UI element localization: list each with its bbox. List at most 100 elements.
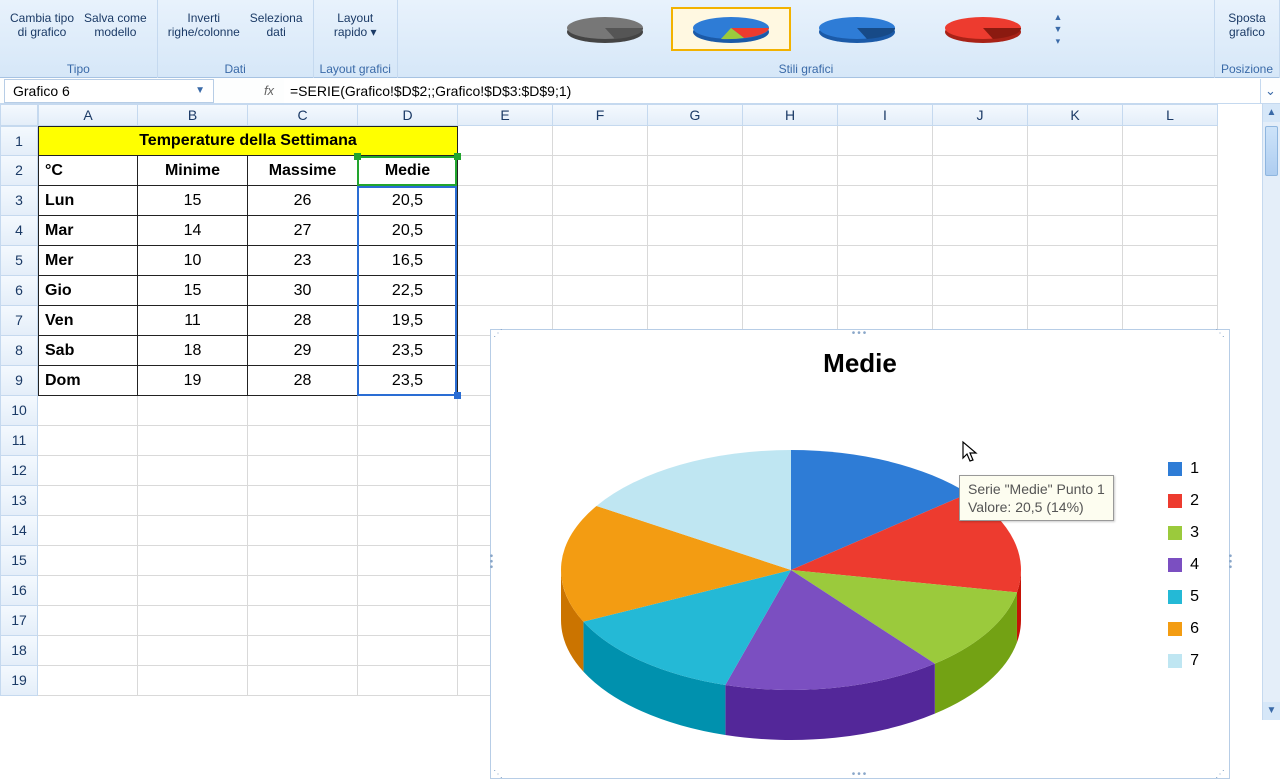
cell[interactable] (358, 546, 458, 576)
cell[interactable] (248, 456, 358, 486)
chart-resize-handle[interactable]: ••• (852, 328, 869, 339)
row-header[interactable]: 9 (0, 366, 38, 396)
cell[interactable]: 20,5 (358, 216, 458, 246)
row-header[interactable]: 19 (0, 666, 38, 696)
cell[interactable]: 30 (248, 276, 358, 306)
cell[interactable] (1123, 216, 1218, 246)
cell[interactable] (458, 156, 553, 186)
cell[interactable]: Gio (38, 276, 138, 306)
cell[interactable]: Temperature della Settimana (38, 126, 458, 156)
cell[interactable] (1028, 186, 1123, 216)
cell[interactable] (933, 126, 1028, 156)
cell[interactable] (553, 156, 648, 186)
cell[interactable] (933, 216, 1028, 246)
cell[interactable] (138, 666, 248, 696)
save-as-template-button[interactable]: Salva come modello (80, 0, 151, 58)
row-header[interactable]: 10 (0, 396, 38, 426)
chart-resize-handle[interactable]: ••• (1224, 554, 1235, 571)
legend-item[interactable]: 4 (1168, 556, 1199, 574)
row-header[interactable]: 16 (0, 576, 38, 606)
cell[interactable] (38, 516, 138, 546)
column-header[interactable]: J (933, 104, 1028, 126)
cell[interactable] (648, 216, 743, 246)
column-header[interactable]: L (1123, 104, 1218, 126)
name-box-dropdown-icon[interactable]: ▼ (195, 85, 205, 96)
cell[interactable] (553, 126, 648, 156)
cell[interactable] (38, 576, 138, 606)
cell[interactable]: 22,5 (358, 276, 458, 306)
row-header[interactable]: 4 (0, 216, 38, 246)
cell[interactable] (358, 426, 458, 456)
chart-resize-handle[interactable]: ⋱ (1215, 328, 1227, 339)
cell[interactable]: Massime (248, 156, 358, 186)
chart-resize-handle[interactable]: ⋰ (1215, 769, 1227, 780)
cell[interactable] (743, 276, 838, 306)
cell[interactable] (1028, 276, 1123, 306)
cell[interactable] (838, 276, 933, 306)
chart-object[interactable]: ••• ••• ••• ••• ⋰ ⋱ ⋱ ⋰ Medie 1234567 Se… (490, 329, 1230, 779)
cell[interactable]: °C (38, 156, 138, 186)
chart-style-thumb-2[interactable] (671, 7, 791, 51)
cell[interactable] (248, 636, 358, 666)
chart-resize-handle[interactable]: ⋰ (493, 328, 505, 339)
cell[interactable] (1028, 126, 1123, 156)
cell[interactable] (458, 126, 553, 156)
cell[interactable] (248, 486, 358, 516)
cell[interactable] (358, 456, 458, 486)
row-header[interactable]: 14 (0, 516, 38, 546)
row-header[interactable]: 2 (0, 156, 38, 186)
cell[interactable] (933, 186, 1028, 216)
cell[interactable]: Dom (38, 366, 138, 396)
legend-item[interactable]: 7 (1168, 652, 1199, 670)
cell[interactable] (1123, 276, 1218, 306)
scroll-down-button[interactable]: ▼ (1263, 702, 1280, 720)
cell[interactable] (138, 546, 248, 576)
column-header[interactable]: C (248, 104, 358, 126)
cell[interactable]: 10 (138, 246, 248, 276)
cell[interactable] (358, 576, 458, 606)
cell[interactable]: 18 (138, 336, 248, 366)
chart-resize-handle[interactable]: ⋱ (493, 769, 505, 780)
row-header[interactable]: 12 (0, 456, 38, 486)
chart-style-thumb-1[interactable] (545, 7, 665, 51)
swap-row-col-button[interactable]: Inverti righe/colonne (164, 0, 244, 58)
cell[interactable] (933, 246, 1028, 276)
column-header[interactable]: H (743, 104, 838, 126)
cell[interactable] (358, 486, 458, 516)
row-header[interactable]: 1 (0, 126, 38, 156)
cell[interactable]: 16,5 (358, 246, 458, 276)
cell[interactable]: 15 (138, 276, 248, 306)
cell[interactable]: Sab (38, 336, 138, 366)
row-header[interactable]: 11 (0, 426, 38, 456)
cell[interactable]: Minime (138, 156, 248, 186)
chart-title[interactable]: Medie (491, 348, 1229, 379)
row-header[interactable]: 5 (0, 246, 38, 276)
cell[interactable] (553, 186, 648, 216)
cell[interactable]: Lun (38, 186, 138, 216)
cell[interactable] (838, 246, 933, 276)
cell[interactable] (458, 186, 553, 216)
cell[interactable]: 23 (248, 246, 358, 276)
cell[interactable] (458, 216, 553, 246)
cell[interactable] (38, 486, 138, 516)
cell[interactable]: Medie (358, 156, 458, 186)
cell[interactable] (38, 666, 138, 696)
cell[interactable] (138, 606, 248, 636)
row-header[interactable]: 18 (0, 636, 38, 666)
legend-item[interactable]: 3 (1168, 524, 1199, 542)
chart-style-more-button[interactable]: ▲▼▾ (1049, 7, 1067, 51)
cell[interactable] (1028, 246, 1123, 276)
column-header[interactable]: F (553, 104, 648, 126)
cell[interactable]: 15 (138, 186, 248, 216)
cell[interactable] (933, 276, 1028, 306)
scroll-thumb[interactable] (1265, 126, 1278, 176)
move-chart-button[interactable]: Sposta grafico (1224, 0, 1269, 58)
cell[interactable]: 19,5 (358, 306, 458, 336)
cell[interactable]: 20,5 (358, 186, 458, 216)
cell[interactable] (743, 186, 838, 216)
cell[interactable] (248, 606, 358, 636)
cell[interactable] (138, 576, 248, 606)
cell[interactable] (1028, 156, 1123, 186)
cell[interactable] (553, 276, 648, 306)
cell[interactable] (933, 156, 1028, 186)
